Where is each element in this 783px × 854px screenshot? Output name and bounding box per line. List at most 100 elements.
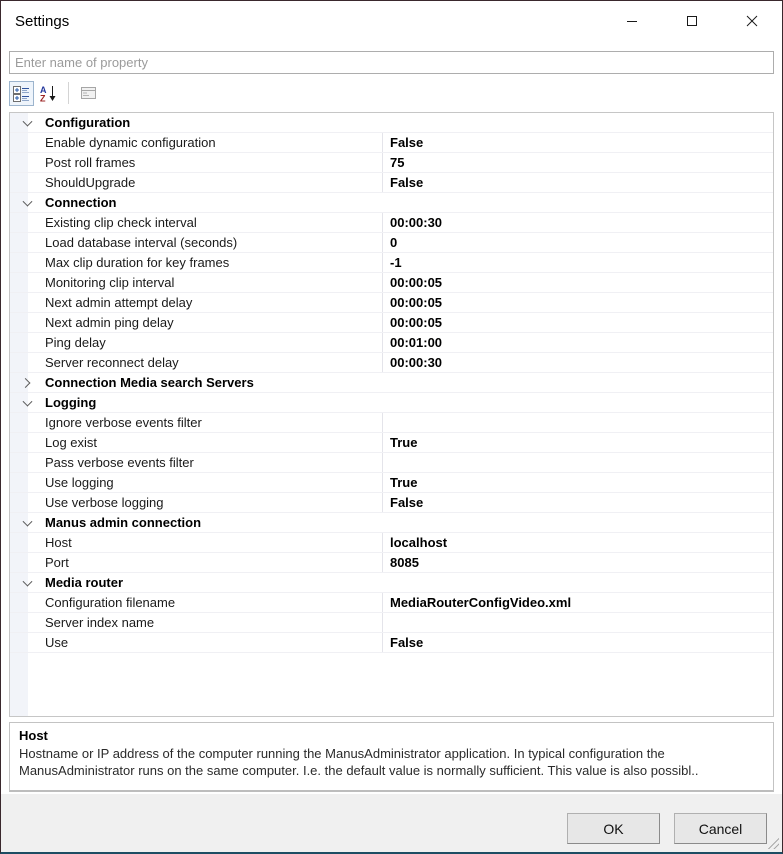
property-label: Next admin ping delay (28, 315, 382, 330)
property-value[interactable]: False (382, 633, 773, 652)
categorized-button[interactable] (9, 81, 34, 106)
property-value[interactable]: 00:01:00 (382, 333, 773, 352)
property-label: Server reconnect delay (28, 355, 382, 370)
dialog-footer: OK Cancel (1, 794, 782, 852)
table-row[interactable]: Server index name (10, 613, 773, 633)
property-value[interactable] (382, 513, 773, 532)
table-row[interactable]: Host localhost (10, 533, 773, 553)
property-value[interactable]: 00:00:05 (382, 293, 773, 312)
maximize-button[interactable] (662, 1, 722, 41)
property-label: Enable dynamic configuration (28, 135, 382, 150)
property-value[interactable]: 8085 (382, 553, 773, 572)
property-value[interactable]: False (382, 173, 773, 192)
table-row[interactable]: Configuration filename MediaRouterConfig… (10, 593, 773, 613)
table-row[interactable]: Ping delay 00:01:00 (10, 333, 773, 353)
minimize-icon (626, 15, 638, 27)
maximize-icon (686, 15, 698, 27)
table-row[interactable]: Enable dynamic configuration False (10, 133, 773, 153)
table-row[interactable]: Next admin attempt delay 00:00:05 (10, 293, 773, 313)
property-label: Media router (28, 575, 382, 590)
cancel-button[interactable]: Cancel (674, 813, 767, 844)
table-row[interactable]: Log exist True (10, 433, 773, 453)
titlebar: Settings (1, 1, 782, 41)
property-value[interactable]: MediaRouterConfigVideo.xml (382, 593, 773, 612)
property-value[interactable]: False (382, 133, 773, 152)
property-value[interactable] (382, 613, 773, 632)
table-row[interactable]: Manus admin connection (10, 513, 773, 533)
table-row[interactable]: Configuration (10, 113, 773, 133)
property-label: Next admin attempt delay (28, 295, 382, 310)
sort-alphabetical-icon: A Z (40, 85, 57, 102)
property-value[interactable]: True (382, 473, 773, 492)
property-label: Port (28, 555, 382, 570)
property-value[interactable]: 00:00:30 (382, 353, 773, 372)
property-label: ShouldUpgrade (28, 175, 382, 190)
window-title: Settings (15, 13, 69, 30)
toolbar-separator (68, 82, 69, 104)
ok-button[interactable]: OK (567, 813, 660, 844)
property-value[interactable] (382, 413, 773, 432)
property-label: Logging (28, 395, 382, 410)
table-row[interactable]: Next admin ping delay 00:00:05 (10, 313, 773, 333)
svg-text:Z: Z (40, 93, 46, 102)
table-row[interactable]: Use logging True (10, 473, 773, 493)
alphabetical-sort-button[interactable]: A Z (36, 81, 61, 106)
property-label: Manus admin connection (28, 515, 382, 530)
property-grid: Configuration Enable dynamic configurati… (9, 112, 774, 717)
property-value[interactable]: localhost (382, 533, 773, 552)
table-row[interactable]: Existing clip check interval 00:00:30 (10, 213, 773, 233)
table-row[interactable]: Ignore verbose events filter (10, 413, 773, 433)
property-label: Use (28, 635, 382, 650)
close-button[interactable] (722, 1, 782, 41)
resize-grip[interactable] (765, 835, 779, 849)
property-pages-icon (80, 85, 97, 102)
property-label: Host (28, 535, 382, 550)
table-row[interactable]: Logging (10, 393, 773, 413)
property-label: Use verbose logging (28, 495, 382, 510)
description-text: Hostname or IP address of the computer r… (19, 745, 764, 779)
property-label: Pass verbose events filter (28, 455, 382, 470)
property-value[interactable]: 75 (382, 153, 773, 172)
property-value[interactable]: 00:00:30 (382, 213, 773, 232)
table-row[interactable]: Use verbose logging False (10, 493, 773, 513)
table-row[interactable]: Post roll frames 75 (10, 153, 773, 173)
table-row[interactable]: Max clip duration for key frames -1 (10, 253, 773, 273)
property-label: Connection (28, 195, 382, 210)
property-value[interactable] (382, 573, 773, 592)
property-value[interactable] (382, 453, 773, 472)
table-row[interactable]: ShouldUpgrade False (10, 173, 773, 193)
property-value[interactable] (382, 113, 773, 132)
table-row[interactable]: Connection Media search Servers (10, 373, 773, 393)
property-label: Ping delay (28, 335, 382, 350)
table-row[interactable]: Media router (10, 573, 773, 593)
property-pages-button (76, 81, 101, 106)
table-row[interactable]: Pass verbose events filter (10, 453, 773, 473)
search-bar (9, 51, 774, 74)
property-value[interactable]: 00:00:05 (382, 313, 773, 332)
property-value[interactable]: False (382, 493, 773, 512)
property-grid-toolbar: A Z (9, 78, 774, 108)
table-row[interactable]: Use False (10, 633, 773, 653)
property-value[interactable]: True (382, 433, 773, 452)
table-row[interactable]: Load database interval (seconds) 0 (10, 233, 773, 253)
property-value[interactable]: -1 (382, 253, 773, 272)
description-title: Host (19, 728, 764, 743)
property-value[interactable] (382, 193, 773, 212)
table-row[interactable]: Port 8085 (10, 553, 773, 573)
property-value[interactable] (382, 373, 773, 392)
property-label: Post roll frames (28, 155, 382, 170)
property-value[interactable]: 0 (382, 233, 773, 252)
close-icon (746, 15, 758, 27)
property-label: Ignore verbose events filter (28, 415, 382, 430)
property-label: Existing clip check interval (28, 215, 382, 230)
minimize-button[interactable] (602, 1, 662, 41)
search-input[interactable] (9, 51, 774, 74)
table-row[interactable]: Monitoring clip interval 00:00:05 (10, 273, 773, 293)
property-label: Configuration (28, 115, 382, 130)
property-value[interactable] (382, 393, 773, 412)
property-value[interactable]: 00:00:05 (382, 273, 773, 292)
description-panel: Host Hostname or IP address of the compu… (9, 722, 774, 792)
table-row[interactable]: Connection (10, 193, 773, 213)
property-label: Monitoring clip interval (28, 275, 382, 290)
table-row[interactable]: Server reconnect delay 00:00:30 (10, 353, 773, 373)
